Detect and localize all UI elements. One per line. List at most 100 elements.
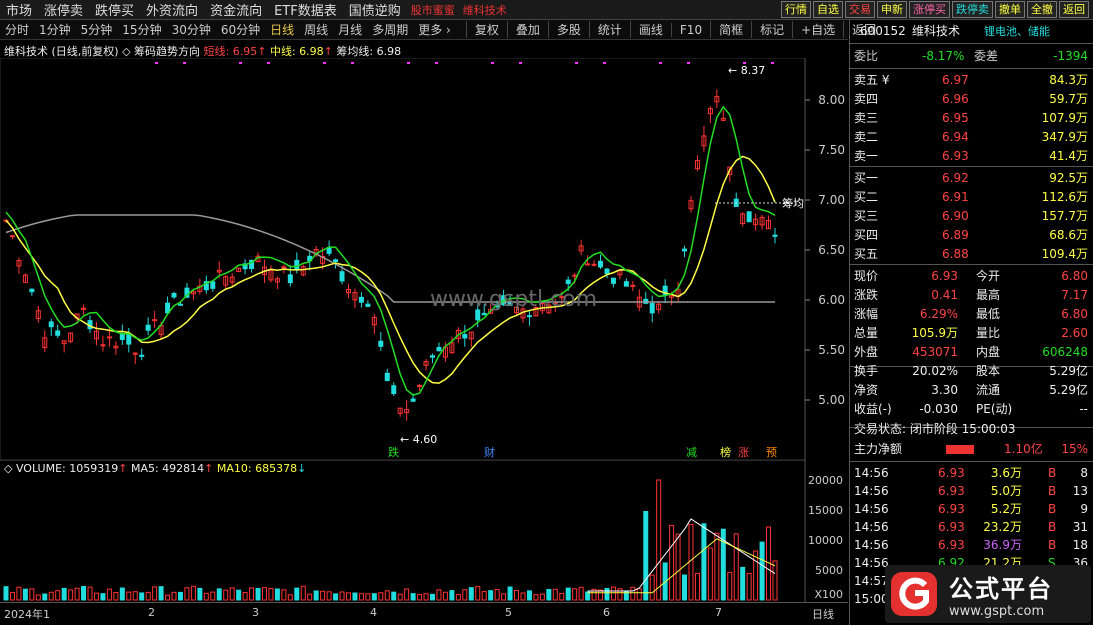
volume-bar — [565, 587, 571, 601]
quick-button-2[interactable]: 交易 — [845, 1, 875, 18]
candle-body — [746, 211, 752, 223]
toolbar-stats[interactable]: 统计 — [588, 21, 630, 38]
menu-item-repo[interactable]: 国债逆购 — [343, 0, 407, 19]
menu-highlight-1[interactable]: 股市蜜蜜 — [407, 2, 459, 18]
volume-bar — [494, 589, 500, 601]
indicator-name[interactable]: 筹码趋势方向 — [134, 45, 200, 58]
period-weekly[interactable]: 周线 — [299, 21, 333, 38]
menu-highlight-2[interactable]: 维科技术 — [459, 2, 511, 18]
bid-row[interactable]: 买四 6.89 68.6万 — [854, 226, 1090, 245]
toolbar-fq[interactable]: 复权 — [465, 21, 507, 38]
candle-body — [358, 296, 364, 303]
ask-row[interactable]: 卖三 6.95 107.9万 — [854, 109, 1090, 128]
menu-item-market[interactable]: 市场 — [0, 0, 38, 19]
tick-side: B — [1048, 538, 1057, 552]
tick-row: 14:56 6.93 5.0万 B 13 — [854, 482, 1090, 501]
stat-value: 3.30 — [931, 383, 958, 397]
volume-bar — [87, 586, 93, 601]
level-volume: 109.4万 — [1041, 247, 1088, 261]
date-label-0: 2024年1 — [4, 608, 50, 621]
menu-item-capital-flow[interactable]: 资金流向 — [204, 0, 268, 19]
level-volume: 68.6万 — [1049, 228, 1088, 242]
period-15min[interactable]: 15分钟 — [117, 21, 166, 38]
quick-button-4[interactable]: 涨停买 — [909, 1, 950, 18]
bid-row[interactable]: 买一 6.92 92.5万 — [854, 169, 1090, 188]
toolbar-add-fav[interactable]: +自选 — [792, 21, 843, 38]
quote-row: 涨幅 6.29% 最低 6.80 — [854, 305, 1090, 324]
volume-bar — [274, 588, 280, 601]
candle-body — [623, 281, 629, 287]
quote-row: 现价 6.93 今开 6.80 — [854, 267, 1090, 286]
volume-bar — [397, 593, 403, 601]
period-tick[interactable]: 分时 — [0, 21, 34, 38]
candle-body — [591, 263, 597, 266]
menu-item-limit-up-sell[interactable]: 涨停卖 — [38, 0, 89, 19]
menu-item-etf[interactable]: ETF数据表 — [268, 0, 343, 19]
period-multi[interactable]: 多周期 — [367, 21, 413, 38]
period-5min[interactable]: 5分钟 — [76, 21, 118, 38]
quick-button-5[interactable]: 跌停卖 — [952, 1, 993, 18]
up-arrow-icon: ↑ — [257, 45, 267, 58]
stat-row: 换手 20.02% 股本 5.29亿 — [854, 362, 1090, 381]
bid-row[interactable]: 买五 6.88 109.4万 — [854, 245, 1090, 264]
brand-logo: 公式平台 www.gspt.com — [885, 565, 1091, 623]
period-more[interactable]: 更多 › — [413, 21, 456, 38]
candle-body — [55, 330, 61, 336]
volume-bar — [223, 589, 229, 601]
level-volume: 41.4万 — [1049, 149, 1088, 163]
candle-body — [610, 277, 616, 284]
candle-body — [171, 292, 177, 298]
date-axis: 2024年1 2 3 4 5 6 7 日线 — [0, 602, 848, 623]
volume-bar — [3, 586, 9, 601]
bid-row[interactable]: 买二 6.91 112.6万 — [854, 188, 1090, 207]
period-daily[interactable]: 日线 — [265, 21, 299, 38]
volume-bar — [42, 593, 48, 601]
menu-item-limit-down-buy[interactable]: 跌停买 — [89, 0, 140, 19]
quick-button-8[interactable]: 返回 — [1059, 1, 1089, 18]
collapse-icon[interactable]: ◇ — [122, 45, 130, 58]
avg-line-value: 筹均线: 6.98 — [336, 45, 402, 58]
toolbar-simple[interactable]: 简框 — [710, 21, 751, 38]
volume-bar — [29, 588, 35, 601]
candle-body — [604, 268, 610, 275]
quick-button-6[interactable]: 撤单 — [995, 1, 1025, 18]
price-chart[interactable]: 8.00 7.50 7.00 6.50 6.00 5.50 5.00 ← 8.37 ← 4.60… — [0, 58, 848, 460]
volume-bar — [701, 523, 707, 601]
quote-value: 606248 — [1042, 345, 1088, 359]
quick-button-0[interactable]: 行情 — [781, 1, 811, 18]
price-tick-label: 5.00 — [818, 393, 845, 407]
volume-bar — [449, 590, 455, 601]
stat-row: 净资 3.30 流通 5.29亿 — [854, 381, 1090, 400]
bid-row[interactable]: 买三 6.90 157.7万 — [854, 207, 1090, 226]
toolbar-multi[interactable]: 多股 — [547, 21, 589, 38]
period-monthly[interactable]: 月线 — [333, 21, 367, 38]
toolbar-f10[interactable]: F10 — [670, 22, 710, 37]
quick-button-1[interactable]: 自选 — [813, 1, 843, 18]
ask-row[interactable]: 卖一 6.93 41.4万 — [854, 147, 1090, 166]
plot-frame — [0, 58, 806, 460]
stock-concept[interactable]: 锂电池、储能 — [984, 22, 1050, 41]
volume-bar — [242, 592, 248, 601]
toolbar-overlay[interactable]: 叠加 — [506, 21, 548, 38]
level-volume: 347.9万 — [1041, 130, 1088, 144]
toolbar-mark[interactable]: 标记 — [751, 21, 792, 38]
period-1min[interactable]: 1分钟 — [34, 21, 76, 38]
volume-bar — [294, 587, 300, 601]
period-60min[interactable]: 60分钟 — [216, 21, 265, 38]
toolbar-draw[interactable]: 画线 — [629, 21, 671, 38]
volume-bar — [675, 533, 681, 601]
ask-row[interactable]: 卖五 ¥ 6.97 84.3万 — [854, 71, 1090, 90]
quick-button-3[interactable]: 申新 — [877, 1, 907, 18]
menu-item-foreign-flow[interactable]: 外资流向 — [140, 0, 204, 19]
event-marker-3: 榜 — [720, 445, 731, 459]
stat-label: PE(动) — [976, 402, 1013, 416]
volume-bar — [100, 593, 106, 601]
ask-row[interactable]: 卖四 6.96 59.7万 — [854, 90, 1090, 109]
ask-row[interactable]: 卖二 6.94 347.9万 — [854, 128, 1090, 147]
quick-button-7[interactable]: 全撤 — [1027, 1, 1057, 18]
volume-chart[interactable]: 20000 15000 10000 5000 X100 — [0, 460, 848, 602]
period-30min[interactable]: 30分钟 — [167, 21, 216, 38]
tick-time: 14:56 — [854, 520, 889, 534]
volume-bar — [307, 593, 313, 601]
candle-body — [572, 274, 578, 277]
